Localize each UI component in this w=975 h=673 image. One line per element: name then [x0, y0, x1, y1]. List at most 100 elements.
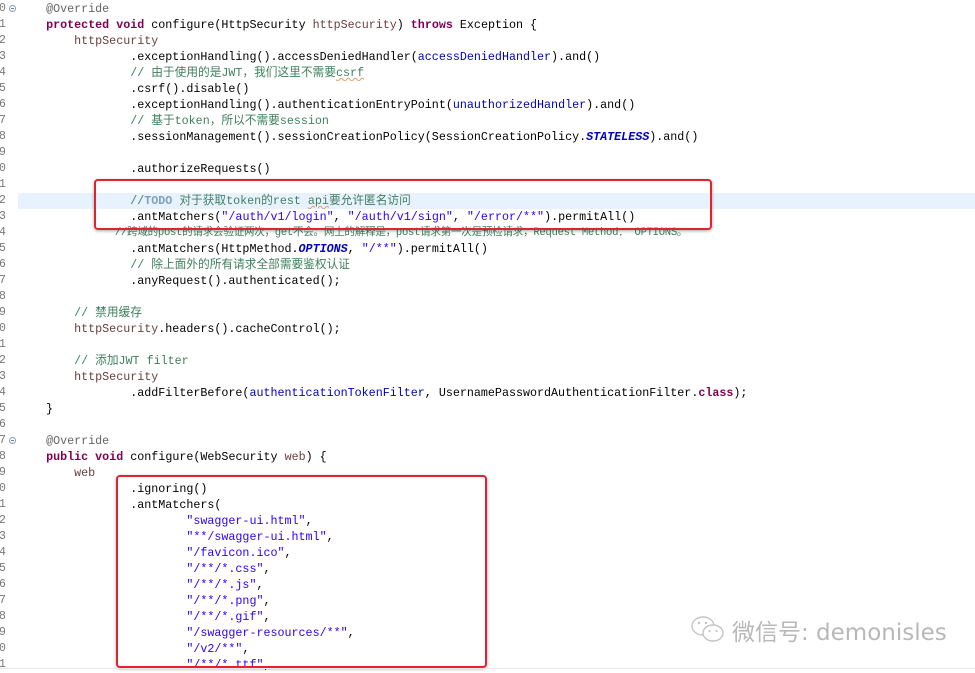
code-line[interactable]: 3 httpSecurity — [0, 369, 975, 385]
code-token: ).and() — [649, 130, 699, 144]
code-token: ).and() — [551, 50, 601, 64]
code-line[interactable]: 0 @Override — [0, 1, 975, 17]
code-token: void — [116, 18, 145, 32]
code-line[interactable]: 5 .csrf().disable() — [0, 81, 975, 97]
code-line[interactable]: 6 // 除上面外的所有请求全部需要鉴权认证 — [0, 257, 975, 273]
line-number: 7 — [0, 274, 6, 287]
code-line[interactable]: 1 — [0, 337, 975, 353]
code-token: .antMatchers(HttpMethod. — [18, 242, 299, 256]
fold-collapse-icon[interactable] — [9, 5, 16, 12]
code-line[interactable]: 2 httpSecurity — [0, 33, 975, 49]
code-token: configure(WebSecurity — [123, 450, 285, 464]
code-line[interactable]: 2 // 添加JWT filter — [0, 353, 975, 369]
line-number: 7 — [0, 114, 6, 127]
code-token: ).and() — [586, 98, 636, 112]
wechat-icon — [691, 616, 724, 642]
line-number: 1 — [0, 178, 6, 191]
line-number: 2 — [0, 34, 6, 47]
code-text: .antMatchers(HttpMethod.OPTIONS, "/**").… — [18, 241, 975, 257]
code-token: @Override — [46, 434, 110, 448]
line-number: 0 — [0, 322, 6, 335]
line-number: 9 — [0, 626, 6, 639]
line-number: 1 — [0, 338, 6, 351]
code-line[interactable]: 4 // 由于使用的是JWT，我们这里不需要csrf — [0, 65, 975, 81]
code-token: throws — [410, 18, 453, 32]
code-token: .addFilterBefore( — [18, 386, 250, 400]
code-line[interactable]: 0 .authorizeRequests() — [0, 161, 975, 177]
line-number: 5 — [0, 562, 6, 575]
line-number: 6 — [0, 258, 6, 271]
watermark-text: 微信号: demonisles — [732, 620, 947, 646]
code-line[interactable]: 6 — [0, 417, 975, 433]
code-line[interactable]: 1 protected void configure(HttpSecurity … — [0, 17, 975, 33]
code-line[interactable]: 0 httpSecurity.headers().cacheControl(); — [0, 321, 975, 337]
code-line[interactable]: 4 .addFilterBefore(authenticationTokenFi… — [0, 385, 975, 401]
code-token: protected — [46, 18, 110, 32]
code-token: .sessionManagement().sessionCreationPoli… — [18, 130, 587, 144]
code-token: OPTIONS — [298, 242, 348, 256]
line-number: 0 — [0, 162, 6, 175]
code-line[interactable]: 7 // 基于token，所以不需要session — [0, 113, 975, 129]
line-number: 4 — [0, 226, 6, 239]
fold-collapse-icon[interactable] — [9, 437, 16, 444]
code-line[interactable]: 3 .exceptionHandling().accessDeniedHandl… — [0, 49, 975, 65]
line-number: 4 — [0, 66, 6, 79]
code-token: .anyRequest().authenticated(); — [18, 274, 341, 288]
code-token: ); — [733, 386, 748, 400]
line-number: 2 — [0, 194, 6, 207]
line-number: 3 — [0, 50, 6, 63]
code-line[interactable]: 5 .antMatchers(HttpMethod.OPTIONS, "/**"… — [0, 241, 975, 257]
code-text: // 基于token，所以不需要session — [18, 113, 975, 129]
line-number: 0 — [0, 2, 6, 15]
code-line[interactable]: 8 .sessionManagement().sessionCreationPo… — [0, 129, 975, 145]
code-token: // 由于使用的是JWT，我们这里不需要 — [130, 66, 336, 80]
code-token: STATELESS — [586, 130, 650, 144]
code-line[interactable]: 9 — [0, 145, 975, 161]
code-text: .authorizeRequests() — [18, 161, 975, 177]
code-token: csrf — [335, 66, 364, 80]
code-token: // 除上面外的所有请求全部需要鉴权认证 — [130, 258, 350, 272]
line-number: 5 — [0, 82, 6, 95]
code-token: "/**" — [361, 242, 397, 256]
code-line[interactable]: 5 } — [0, 401, 975, 417]
code-line[interactable]: 9 // 禁用缓存 — [0, 305, 975, 321]
code-token: void — [95, 450, 124, 464]
code-token: .exceptionHandling().accessDeniedHandler… — [18, 50, 418, 64]
code-token: web — [74, 466, 96, 480]
code-line[interactable]: 8 — [0, 289, 975, 305]
code-line[interactable]: 6 .exceptionHandling().authenticationEnt… — [0, 97, 975, 113]
highlight-box-permit-all — [94, 179, 712, 230]
line-number: 4 — [0, 546, 6, 559]
code-text: .addFilterBefore(authenticationTokenFilt… — [18, 385, 975, 401]
code-line[interactable]: 7 @Override — [0, 433, 975, 449]
code-text: @Override — [18, 433, 975, 449]
line-number: 7 — [0, 434, 6, 447]
line-number: 5 — [0, 242, 6, 255]
code-text: .anyRequest().authenticated(); — [18, 273, 975, 289]
code-text: protected void configure(HttpSecurity ht… — [18, 17, 975, 33]
code-token: Exception { — [452, 18, 538, 32]
code-text: .exceptionHandling().accessDeniedHandler… — [18, 49, 975, 65]
line-number: 6 — [0, 98, 6, 111]
line-number: 9 — [0, 306, 6, 319]
line-number: 3 — [0, 370, 6, 383]
code-token: // 添加JWT filter — [74, 354, 189, 368]
line-number: 4 — [0, 386, 6, 399]
code-token: .exceptionHandling().authenticationEntry… — [18, 98, 453, 112]
code-token: .headers().cacheControl(); — [158, 322, 341, 336]
code-line[interactable]: 8 public void configure(WebSecurity web)… — [0, 449, 975, 465]
line-number: 3 — [0, 530, 6, 543]
line-number: 6 — [0, 578, 6, 591]
code-token: public — [46, 450, 89, 464]
line-number: 6 — [0, 418, 6, 431]
code-line[interactable]: 7 .anyRequest().authenticated(); — [0, 273, 975, 289]
code-text: .exceptionHandling().authenticationEntry… — [18, 97, 975, 113]
code-text: // 除上面外的所有请求全部需要鉴权认证 — [18, 257, 975, 273]
